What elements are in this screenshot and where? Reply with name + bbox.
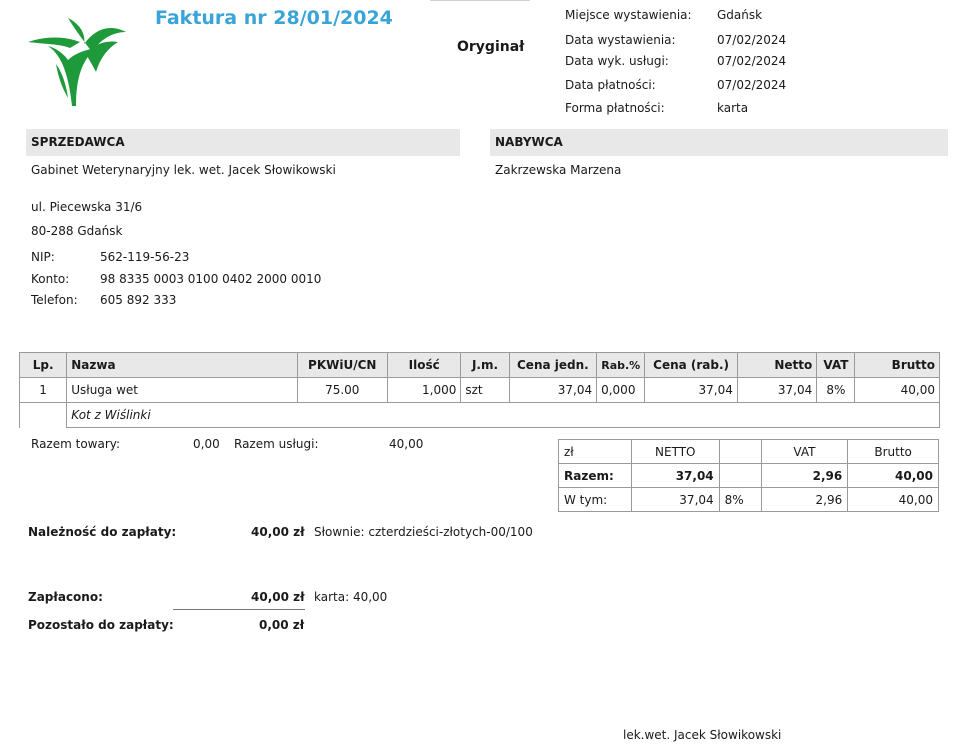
- table-row-note: Kot z Wiślinki: [18, 402, 940, 428]
- vat-header: Brutto: [847, 439, 939, 464]
- meta-value: 07/02/2024: [717, 78, 787, 92]
- amount-due-value: 40,00 zł: [251, 525, 305, 539]
- vat-cell: 40,00: [847, 487, 939, 512]
- signature: lek.wet. Jacek Słowikowski: [623, 728, 782, 742]
- vat-cell: 37,04: [630, 487, 720, 512]
- vat-header: VAT: [760, 439, 849, 464]
- remaining-value: 0,00 zł: [259, 618, 305, 632]
- meta-label: Forma płatności:: [565, 101, 665, 115]
- meta-label: Miejsce wystawienia:: [565, 8, 692, 22]
- items-header-row: Lp. Nazwa PKWiU/CN Ilość J.m. Cena jedn.…: [18, 352, 940, 378]
- nip-label: NIP:: [31, 250, 55, 264]
- meta-value: Gdańsk: [717, 8, 763, 22]
- vat-header-row: zł NETTO VAT Brutto: [558, 439, 939, 464]
- amount-due-label: Należność do zapłaty:: [28, 525, 177, 539]
- goods-total-label: Razem towary:: [31, 437, 121, 451]
- vat-cell: 2,96: [760, 463, 849, 488]
- account-label: Konto:: [31, 272, 70, 286]
- phone-label: Telefon:: [31, 293, 78, 307]
- vat-header: NETTO: [630, 439, 720, 464]
- services-total-value: 40,00: [389, 437, 424, 451]
- vat-cell: 2,96: [760, 487, 849, 512]
- seller-heading: SPRZEDAWCA: [26, 129, 460, 156]
- vat-cell: 37,04: [630, 463, 720, 488]
- meta-value: 07/02/2024: [717, 54, 787, 68]
- paid-divider: [173, 609, 305, 610]
- meta-label: Data wyk. usługi:: [565, 54, 669, 68]
- col-header: Lp.: [18, 352, 68, 378]
- vat-cell: 8%: [718, 487, 762, 512]
- cell-netto: 37,04: [736, 377, 818, 403]
- vat-total-row: Razem: 37,04 2,96 40,00: [558, 463, 939, 488]
- cell-qty: 1,000: [386, 377, 462, 403]
- buyer-heading: NABYWCA: [490, 129, 948, 156]
- phone-value: 605 892 333: [100, 293, 177, 307]
- seller-name: Gabinet Weterynaryjny lek. wet. Jacek Sł…: [31, 163, 336, 177]
- col-header: J.m.: [460, 352, 510, 378]
- paid-label: Zapłacono:: [28, 590, 103, 604]
- seller-city: 80-288 Gdańsk: [31, 224, 123, 238]
- cell-vat: 8%: [816, 377, 856, 403]
- vat-cell: W tym:: [558, 487, 632, 512]
- cell-pkwiu: 75.00: [296, 377, 388, 403]
- meta-value: 07/02/2024: [717, 33, 787, 47]
- table-row: 1 Usługa wet 75.00 1,000 szt 37,04 0,000…: [18, 377, 940, 403]
- account-value: 98 8335 0003 0100 0402 2000 0010: [100, 272, 322, 286]
- invoice-title: Faktura nr 28/01/2024: [155, 7, 393, 29]
- col-header: Netto: [736, 352, 818, 378]
- vat-cell: 40,00: [847, 463, 939, 488]
- seller-street: ul. Piecewska 31/6: [31, 200, 143, 214]
- meta-label: Data wystawienia:: [565, 33, 676, 47]
- col-header: Cena (rab.): [644, 352, 738, 378]
- note-spacer: [18, 402, 68, 428]
- cell-unit: szt: [460, 377, 510, 403]
- meta-value: karta: [717, 101, 749, 115]
- item-note: Kot z Wiślinki: [66, 402, 940, 428]
- remaining-label: Pozostało do zapłaty:: [28, 618, 174, 632]
- copy-label: Oryginał: [457, 39, 525, 55]
- cell-discounted-price: 37,04: [644, 377, 738, 403]
- vat-cell: Razem:: [558, 463, 632, 488]
- vat-header: zł: [558, 439, 632, 464]
- top-divider: [430, 0, 530, 1]
- vat-header: [718, 439, 762, 464]
- col-header: Cena jedn.: [508, 352, 598, 378]
- paid-value: 40,00 zł: [251, 590, 305, 604]
- nip-value: 562-119-56-23: [100, 250, 190, 264]
- clinic-logo: [28, 18, 126, 106]
- vat-summary-table: zł NETTO VAT Brutto Razem: 37,04 2,96 40…: [558, 439, 939, 512]
- cell-lp: 1: [18, 377, 68, 403]
- paid-method: karta: 40,00: [314, 590, 388, 604]
- services-total-label: Razem usługi:: [234, 437, 319, 451]
- col-header: Rab.%: [596, 352, 646, 378]
- cell-unit-price: 37,04: [508, 377, 598, 403]
- items-table: Lp. Nazwa PKWiU/CN Ilość J.m. Cena jedn.…: [18, 352, 940, 428]
- cell-discount: 0,000: [596, 377, 646, 403]
- col-header: Brutto: [854, 352, 940, 378]
- vat-cell: [718, 463, 762, 488]
- cell-brutto: 40,00: [854, 377, 940, 403]
- meta-label: Data płatności:: [565, 78, 656, 92]
- col-header: PKWiU/CN: [296, 352, 388, 378]
- goods-total-value: 0,00: [193, 437, 220, 451]
- col-header: Nazwa: [66, 352, 298, 378]
- buyer-name: Zakrzewska Marzena: [495, 163, 622, 177]
- amount-in-words: Słownie: czterdzieści-złotych-00/100: [314, 525, 533, 539]
- vat-detail-row: W tym: 37,04 8% 2,96 40,00: [558, 487, 939, 512]
- cell-name: Usługa wet: [66, 377, 298, 403]
- col-header: VAT: [816, 352, 856, 378]
- col-header: Ilość: [386, 352, 462, 378]
